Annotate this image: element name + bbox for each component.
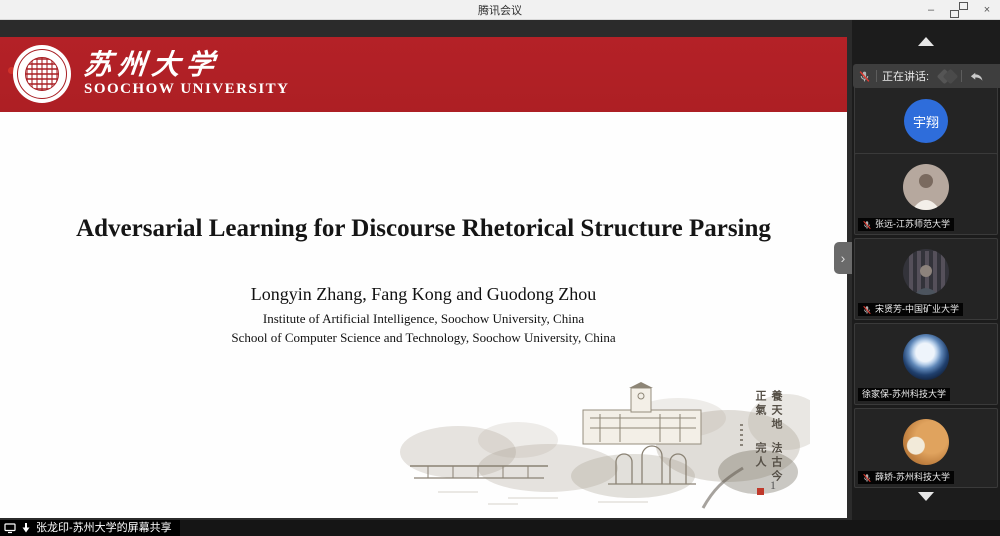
shared-screen-area: 苏州大学 SOOCHOW UNIVERSITY Adversarial Lear…: [0, 20, 852, 520]
participant-tile[interactable]: 徐家保-苏州科技大学: [854, 323, 998, 405]
now-speaking-label: 正在讲话:: [882, 68, 929, 84]
screen-share-indicator: 张龙印-苏州大学的屏幕共享: [0, 520, 180, 536]
participant-name: 张远-江苏师范大学: [875, 218, 950, 231]
university-motto-calligraphy: 養天地正氣 法古今完人: [752, 390, 784, 490]
divider: [876, 70, 877, 82]
scroll-up-arrow[interactable]: [918, 37, 934, 46]
slide-affiliation-1: Institute of Artificial Intelligence, So…: [0, 311, 847, 327]
mic-muted-icon: [858, 70, 871, 83]
chevron-right-icon: ›: [841, 250, 846, 266]
speaker-avatars-placeholder: [939, 71, 956, 82]
participant-name-tag: 宋贤芳-中国矿业大学: [858, 303, 963, 316]
window-title: 腾讯会议: [478, 2, 522, 18]
scroll-down-arrow[interactable]: [918, 492, 934, 501]
avatar: [903, 249, 949, 295]
window-controls: – ×: [924, 0, 994, 20]
monitor-icon: [4, 522, 16, 534]
participant-name-tag: 徐家保-苏州科技大学: [858, 388, 950, 401]
participant-name: 徐家保-苏州科技大学: [862, 388, 946, 401]
campus-ink-painting: [398, 380, 810, 512]
bottom-status-bar: 张龙印-苏州大学的屏幕共享: [0, 520, 1000, 536]
share-label: 张龙印-苏州大学的屏幕共享: [36, 520, 172, 536]
presentation-slide: Adversarial Learning for Discourse Rheto…: [0, 112, 847, 518]
avatar: [903, 334, 949, 380]
slide-page-number: 1: [770, 478, 776, 493]
participant-tile[interactable]: 宋贤芳-中国矿业大学: [854, 238, 998, 320]
slide-banner: 苏州大学 SOOCHOW UNIVERSITY: [0, 37, 847, 112]
participant-name: 薛娇-苏州科技大学: [875, 471, 950, 484]
avatar: 宇翔: [904, 99, 948, 143]
motto-column-left: 法古今完人: [752, 442, 784, 490]
university-name-english: SOOCHOW UNIVERSITY: [84, 81, 290, 98]
participant-tile[interactable]: 张远-江苏师范大学: [854, 153, 998, 235]
person-photo: [903, 249, 949, 295]
soochow-university-seal-logo: [13, 45, 71, 103]
minimize-icon[interactable]: –: [924, 0, 938, 20]
sidebar-collapse-handle[interactable]: ›: [834, 242, 852, 274]
participants-sidebar: 正在讲话: 宇翔 高宇翔: [852, 20, 1000, 520]
participant-name: 宋贤芳-中国矿业大学: [875, 303, 959, 316]
slide-affiliation-2: School of Computer Science and Technolog…: [0, 330, 847, 346]
motto-column-right: 養天地正氣: [752, 390, 784, 438]
mic-muted-icon: [862, 305, 872, 315]
avatar: [903, 164, 949, 210]
app-window: 腾讯会议 – × 苏州大学 SOOCHOW UNIVERSITY Adversa…: [0, 0, 1000, 536]
now-speaking-bar: 正在讲话:: [853, 64, 1000, 88]
participant-name-tag: 薛娇-苏州科技大学: [858, 471, 954, 484]
slide-authors: Longyin Zhang, Fang Kong and Guodong Zho…: [0, 284, 847, 305]
slide-title: Adversarial Learning for Discourse Rheto…: [0, 215, 847, 243]
divider: [961, 70, 962, 82]
red-seal-stamp-icon: [757, 488, 764, 495]
window-titlebar: 腾讯会议 – ×: [0, 0, 1000, 20]
participant-name-tag: 张远-江苏师范大学: [858, 218, 954, 231]
university-name-chinese: 苏州大学: [82, 43, 222, 83]
arrow-down-icon: [20, 522, 32, 534]
artist-signature-marks: [740, 424, 743, 446]
mic-muted-icon: [862, 473, 872, 483]
mic-muted-icon: [862, 220, 872, 230]
person-photo: [903, 164, 949, 210]
close-icon[interactable]: ×: [980, 0, 994, 20]
avatar: [903, 419, 949, 465]
participant-tile[interactable]: 薛娇-苏州科技大学: [854, 408, 998, 488]
reply-arrow-icon[interactable]: [969, 69, 984, 84]
